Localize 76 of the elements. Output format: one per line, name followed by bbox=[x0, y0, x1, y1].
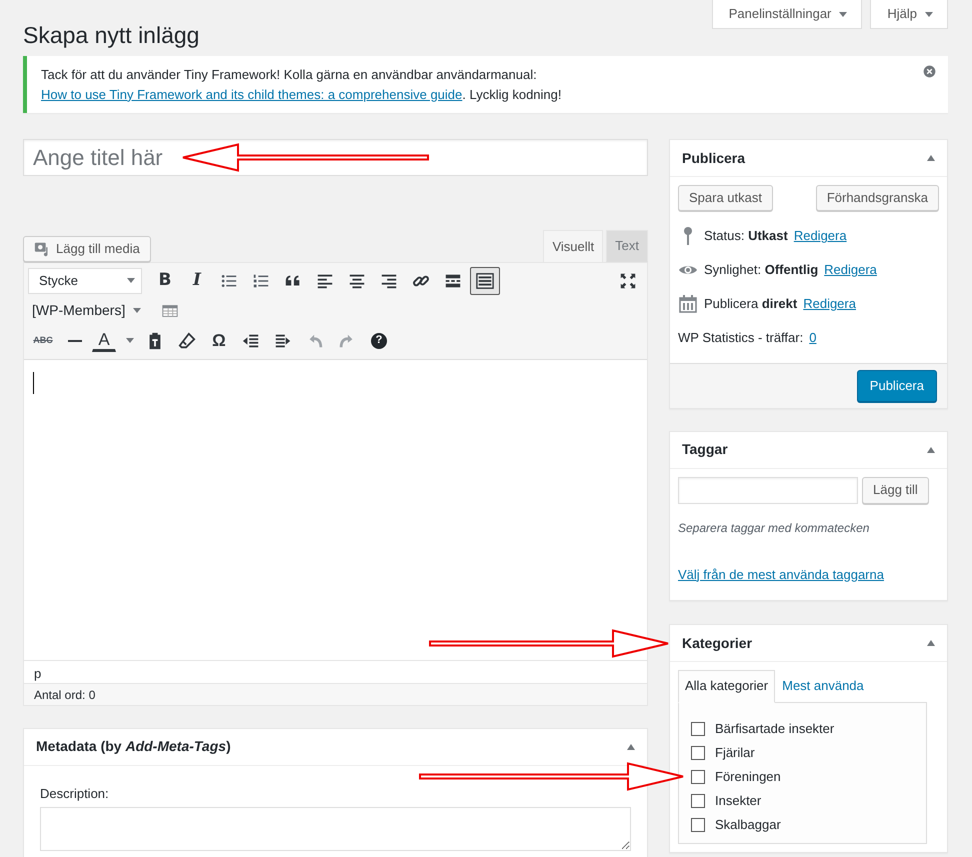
panel-title: Metadata (by Add-Meta-Tags) bbox=[36, 737, 231, 756]
bold-button[interactable]: B bbox=[150, 266, 180, 294]
category-label: Bärfisartade insekter bbox=[715, 720, 834, 738]
dismiss-icon bbox=[923, 65, 936, 78]
edit-link[interactable]: Redigera bbox=[824, 260, 877, 280]
category-label: Skalbaggar bbox=[715, 816, 781, 834]
screen-options-tab[interactable]: Hjälp bbox=[870, 0, 948, 29]
checkbox[interactable] bbox=[691, 818, 705, 832]
title-field[interactable]: Ange titel här bbox=[23, 139, 648, 176]
panel-title: Kategorier bbox=[682, 634, 752, 653]
category-label: Fjärilar bbox=[715, 744, 755, 762]
format-value: Stycke bbox=[39, 272, 78, 290]
caret-icon bbox=[925, 12, 933, 18]
category-label: Föreningen bbox=[715, 768, 781, 786]
popular-tags-link[interactable]: Välj från de mest använda taggarna bbox=[678, 566, 884, 582]
save-draft-button[interactable]: Spara utkast bbox=[678, 185, 773, 211]
special-character-button[interactable]: Ω bbox=[204, 326, 234, 354]
edit-link[interactable]: Redigera bbox=[794, 226, 847, 246]
publish-setting: Status: Utkast bbox=[704, 227, 788, 246]
horizontal-line-icon bbox=[68, 340, 82, 342]
outdent-icon bbox=[242, 332, 260, 350]
fullscreen-icon bbox=[619, 272, 637, 290]
indent-icon bbox=[274, 332, 292, 350]
checkbox[interactable] bbox=[691, 722, 705, 736]
publish-setting: Publicera direkt bbox=[704, 295, 798, 314]
collapse-icon[interactable] bbox=[927, 446, 935, 452]
align-center-icon bbox=[348, 272, 366, 290]
align-right-icon bbox=[380, 272, 398, 290]
caret-icon bbox=[126, 338, 134, 343]
add-media-button[interactable]: Lägg till media bbox=[23, 236, 151, 262]
field-label: Description: bbox=[40, 784, 110, 803]
strikethrough-button[interactable]: ABC bbox=[28, 326, 58, 354]
checkbox[interactable] bbox=[691, 794, 705, 808]
toolbar-toggle-icon bbox=[476, 272, 494, 290]
checkbox[interactable] bbox=[691, 770, 705, 784]
screen-options-tab[interactable]: Panelinställningar bbox=[712, 0, 862, 29]
text-cursor bbox=[33, 372, 34, 394]
category-tab[interactable]: Mest använda bbox=[775, 670, 871, 702]
notice-text: Tack för att du använder Tiny Framework! Kolla gärna en användbar användarmanual: How to use Tiny Framework and its child themes: a comprehensive guide. Lycklig kodning! bbox=[41, 66, 562, 104]
panel-title: Taggar bbox=[682, 440, 728, 459]
text-color-button[interactable]: A bbox=[92, 330, 116, 352]
numbered-list-icon bbox=[252, 272, 270, 290]
publish-button[interactable]: Publicera bbox=[856, 370, 937, 402]
word-count: Antal ord: 0 bbox=[24, 682, 647, 704]
checkbox[interactable] bbox=[691, 746, 705, 760]
category-tab[interactable]: Alla kategorier bbox=[678, 670, 776, 702]
stats-link[interactable]: 0 bbox=[809, 328, 816, 348]
shortcode-dropdown[interactable]: [WP-Members] bbox=[28, 300, 146, 321]
caret-icon bbox=[839, 12, 848, 18]
italic-button[interactable]: I bbox=[182, 266, 212, 294]
edit-link[interactable]: Redigera bbox=[803, 294, 856, 314]
page-title: Skapa nytt inlägg bbox=[23, 21, 200, 50]
add-tag-button[interactable]: Lägg till bbox=[862, 476, 929, 504]
tag-input[interactable] bbox=[678, 476, 858, 504]
calendar-icon bbox=[678, 294, 698, 314]
shortcode-value: [WP-Members] bbox=[32, 301, 126, 320]
collapse-icon[interactable] bbox=[927, 155, 935, 161]
description-field[interactable] bbox=[40, 807, 631, 851]
align-left-icon bbox=[316, 272, 334, 290]
category-label: Insekter bbox=[715, 792, 762, 810]
editor-tab[interactable]: Visuellt bbox=[543, 230, 604, 262]
collapse-icon[interactable] bbox=[927, 640, 935, 646]
format-dropdown[interactable]: Stycke bbox=[28, 268, 142, 294]
preview-button[interactable]: Förhandsgranska bbox=[816, 185, 939, 211]
guide-link[interactable]: How to use Tiny Framework and its child themes: a comprehensive guide bbox=[41, 86, 462, 102]
eraser-icon bbox=[178, 332, 196, 350]
help-button[interactable]: ? bbox=[371, 332, 387, 348]
toolbar-toggle-button[interactable] bbox=[470, 266, 500, 294]
publish-setting: Synlighet: Offentlig bbox=[704, 261, 818, 280]
read-more-icon bbox=[444, 272, 462, 290]
caret-icon bbox=[127, 278, 135, 283]
collapse-icon[interactable] bbox=[627, 744, 635, 750]
tag-hint: Separera taggar med kommatecken bbox=[678, 520, 870, 536]
panel-title: Publicera bbox=[682, 148, 746, 168]
stats-label: WP Statistics - träffar: bbox=[678, 329, 804, 348]
caret-icon bbox=[133, 308, 142, 313]
